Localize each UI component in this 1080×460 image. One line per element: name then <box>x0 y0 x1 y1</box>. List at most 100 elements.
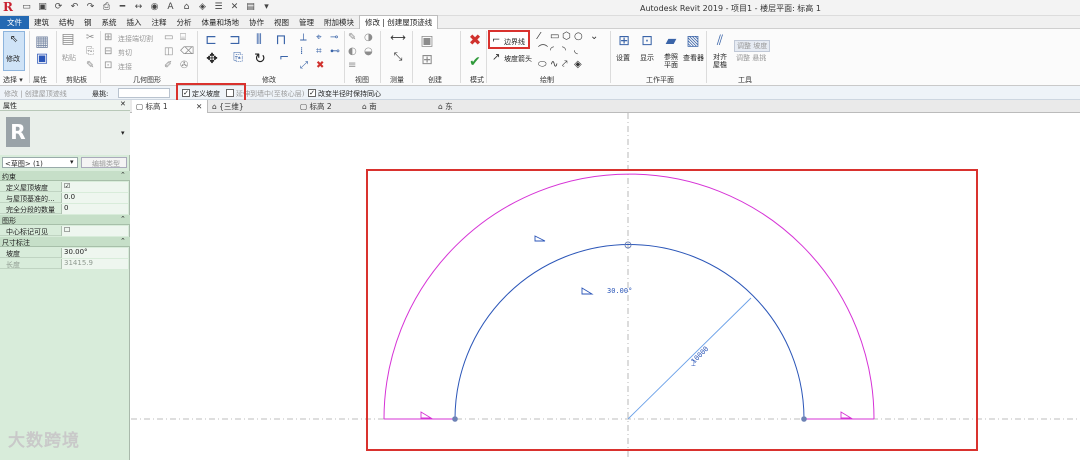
aligned-dimension-icon[interactable]: ⤡ <box>386 51 410 63</box>
trim-multiple-icon[interactable]: ⊷ <box>330 46 340 58</box>
tab-analyze[interactable]: 分析 <box>172 16 197 29</box>
cut-geometry-icon[interactable]: ⊟ <box>104 46 112 58</box>
tab-addins[interactable]: 附加模块 <box>319 16 359 29</box>
collapse-icon[interactable]: ⌃ <box>120 171 126 179</box>
center-arc-icon[interactable]: ◜ <box>550 45 554 57</box>
tag-icon[interactable]: ◉ <box>148 2 161 13</box>
spline-icon[interactable]: ∿ <box>550 59 558 71</box>
property-row[interactable]: 中心标记可见 ☐ <box>0 226 128 236</box>
show-workplane-icon[interactable]: ⊡ <box>638 33 656 49</box>
property-value[interactable]: 31415.9 <box>61 259 128 269</box>
create-similar-icon[interactable]: ⊞ <box>418 51 436 69</box>
viewer-icon[interactable]: ▧ <box>684 33 702 49</box>
linework-icon[interactable]: ≡ <box>348 60 356 72</box>
fillet-arc-icon[interactable]: ◟ <box>574 45 578 57</box>
close-icon[interactable]: ✕ <box>120 100 126 108</box>
adjust-overhang-button[interactable]: 调整 悬挑 <box>734 53 768 63</box>
pick-lines-icon[interactable]: ⤤ <box>562 59 568 71</box>
rectangle-icon[interactable]: ▭ <box>550 31 559 43</box>
tab-manage[interactable]: 管理 <box>294 16 319 29</box>
cut-icon[interactable]: ✂ <box>86 32 94 44</box>
tab-level-1[interactable]: ▢ 标高 1 ✕ <box>132 100 208 113</box>
start-end-arc-icon[interactable]: ⌒ <box>538 45 548 57</box>
tab-file[interactable]: 文件 <box>0 15 29 29</box>
overhang-input[interactable] <box>118 88 170 98</box>
folder-open-icon[interactable]: ▭ <box>20 2 33 13</box>
tab-modify-roof-footprint[interactable]: 修改 | 创建屋顶迹线 <box>359 15 439 29</box>
property-value[interactable]: ☐ <box>61 226 128 236</box>
tab-steel[interactable]: 钢 <box>79 16 97 29</box>
move-icon[interactable]: ✥ <box>204 51 220 67</box>
tab-level-2[interactable]: ▢ 标高 2 <box>300 100 332 113</box>
property-row[interactable]: 完全分段的数量 0 <box>0 204 128 214</box>
property-row[interactable]: 长度 31415.9 <box>0 259 128 269</box>
temporary-hide-icon[interactable]: ◑ <box>364 32 373 44</box>
tab-east[interactable]: ⌂ 东 <box>438 100 453 113</box>
switch-windows-icon[interactable]: ▤ <box>244 2 257 13</box>
property-row[interactable]: 定义屋顶坡度 ☑ <box>0 182 128 192</box>
override-graphics-icon[interactable]: ✎ <box>348 32 356 44</box>
tab-insert[interactable]: 插入 <box>122 16 147 29</box>
copy-element-icon[interactable]: ⎘ <box>230 51 246 63</box>
polygon-icon[interactable]: ⬡ <box>562 31 571 43</box>
redo-icon[interactable]: ↷ <box>84 2 97 13</box>
align-eaves-icon[interactable]: ⫽ <box>711 33 729 49</box>
measure-distance-icon[interactable]: ⟷ <box>386 32 410 44</box>
sync-icon[interactable]: ⟳ <box>52 2 65 13</box>
tab-collaborate[interactable]: 协作 <box>244 16 269 29</box>
cancel-edit-icon[interactable]: ✖ <box>466 31 484 49</box>
type-selector[interactable]: <草图> (1) ▾ <box>2 157 78 168</box>
chevron-down-icon[interactable]: ▾ <box>121 129 125 137</box>
wrench-icon[interactable]: ✇ <box>180 60 188 72</box>
hide-in-view-icon[interactable]: ◐ <box>348 46 357 58</box>
adjust-slope-button[interactable]: 调整 坡度 <box>734 40 771 52</box>
property-value[interactable]: ☑ <box>61 182 128 192</box>
rotate-icon[interactable]: ↻ <box>252 52 268 66</box>
ref-plane-icon[interactable]: ▰ <box>662 33 680 49</box>
print-icon[interactable]: ⎙ <box>100 2 113 13</box>
collapse-icon[interactable]: ⌃ <box>120 237 126 245</box>
revit-logo[interactable]: R <box>3 1 16 14</box>
tab-south[interactable]: ⌂ 南 <box>362 100 377 113</box>
thin-lines-icon[interactable]: ☰ <box>212 2 225 13</box>
property-value[interactable]: 30.00° <box>61 248 128 258</box>
wall-joins-icon[interactable]: ▭ <box>164 32 173 44</box>
view-3d-icon[interactable]: ⌂ <box>180 2 193 13</box>
tab-structure[interactable]: 结构 <box>54 16 79 29</box>
align-icon[interactable]: ⊏ <box>202 31 220 49</box>
dimension-icon[interactable]: ↔ <box>132 2 145 13</box>
trim-icon[interactable]: ⌐ <box>276 51 292 63</box>
select-panel-label[interactable]: 选择 ▾ <box>3 75 23 85</box>
property-row[interactable]: 与屋顶基准的... 0.0 <box>0 193 128 203</box>
edit-type-button[interactable]: 编辑类型 <box>81 157 127 168</box>
create-group-icon[interactable]: ▣ <box>418 32 436 50</box>
unpin-icon[interactable]: ⌗ <box>316 46 322 58</box>
array-icon[interactable]: ⁞ <box>300 46 303 58</box>
circle-icon[interactable]: ○ <box>574 31 583 43</box>
close-tab-icon[interactable]: ✕ <box>196 100 202 113</box>
scale-icon[interactable]: ⤢ <box>300 60 308 72</box>
mirror-axis-icon[interactable]: ⫴ <box>250 31 268 49</box>
property-group-dimensions[interactable]: 尺寸标注 ⌃ <box>0 237 130 247</box>
reveal-hidden-icon[interactable]: ◒ <box>364 46 373 58</box>
cope-icon[interactable]: ⊞ <box>104 32 112 44</box>
measure-icon[interactable]: ━ <box>116 2 129 13</box>
text-icon[interactable]: A <box>164 2 177 13</box>
undo-icon[interactable]: ↶ <box>68 2 81 13</box>
offset-icon[interactable]: ⊐ <box>226 31 244 49</box>
split-gap-icon[interactable]: ⊸ <box>330 32 338 44</box>
property-value[interactable]: 0 <box>61 204 128 214</box>
paint-icon[interactable]: ✐ <box>164 60 172 72</box>
type-properties-icon[interactable]: ▣ <box>33 52 51 71</box>
pin-icon[interactable]: ⌖ <box>316 32 322 44</box>
tab-3d[interactable]: ⌂ {三维} <box>212 100 244 113</box>
paste-icon[interactable]: ▤ <box>60 32 76 46</box>
property-value[interactable]: 0.0 <box>61 193 128 203</box>
finish-edit-icon[interactable]: ✔ <box>466 53 484 71</box>
mirror-draw-icon[interactable]: ⊓ <box>272 31 290 49</box>
split-face-icon[interactable]: ◫ <box>164 46 173 58</box>
radius-lock-checkbox[interactable]: ✓ <box>308 89 316 97</box>
remove-paint-icon[interactable]: ⌫ <box>180 46 194 58</box>
tab-view[interactable]: 视图 <box>269 16 294 29</box>
tangent-arc-icon[interactable]: ◝ <box>562 45 566 57</box>
